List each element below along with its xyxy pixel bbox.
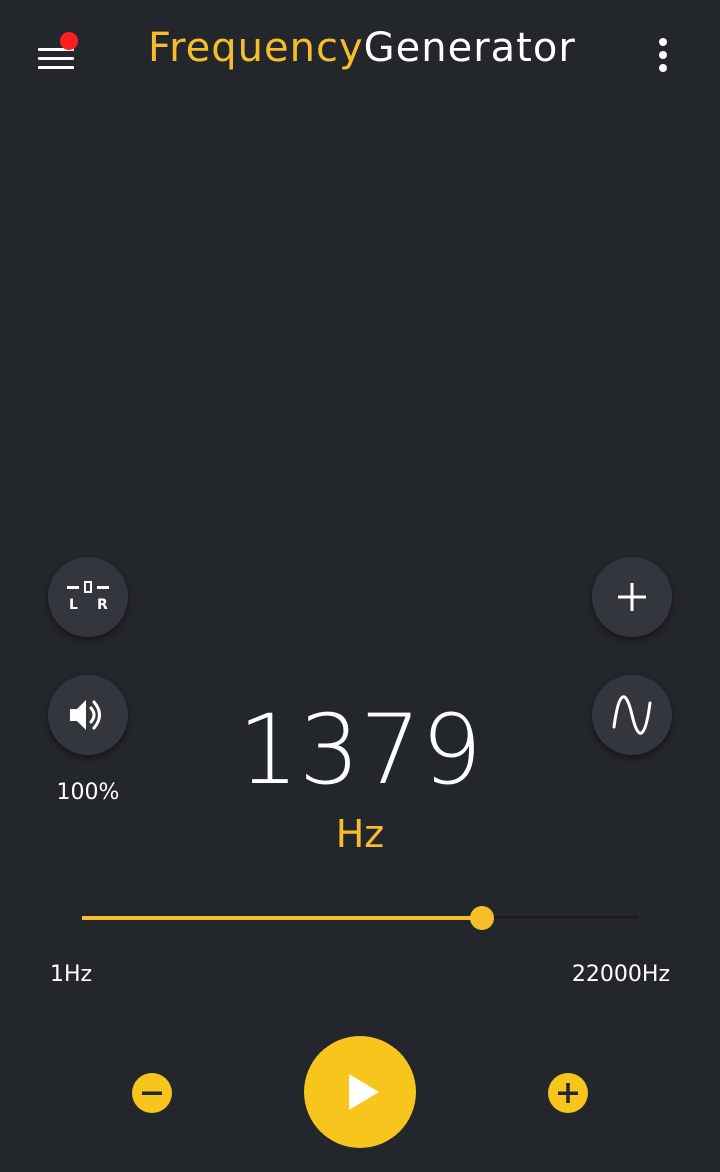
hamburger-menu-icon-bar [38, 66, 74, 69]
notification-dot [60, 32, 78, 50]
more-vert-icon [659, 38, 667, 46]
more-vert-icon-dot [659, 51, 667, 59]
waveform-button[interactable] [592, 675, 672, 755]
slider-fill [82, 916, 483, 920]
decrease-frequency-button[interactable] [132, 1073, 172, 1113]
slider-thumb[interactable] [470, 906, 495, 930]
hamburger-menu-icon-bar [38, 57, 74, 60]
range-max-label: 22000Hz [571, 962, 670, 987]
overflow-menu-button[interactable] [650, 36, 678, 76]
app-title-generator: Generator [363, 25, 576, 71]
minus-circle-icon [142, 1091, 162, 1095]
play-icon [349, 1074, 379, 1110]
volume-percent-label: 100% [56, 780, 120, 805]
sine-wave-icon [612, 695, 652, 735]
add-tone-button[interactable] [592, 557, 672, 637]
balance-button[interactable]: L R [48, 557, 128, 637]
plus-circle-icon [558, 1083, 578, 1103]
menu-button[interactable] [36, 32, 78, 72]
speaker-icon [70, 700, 101, 730]
balance-left-label: L [69, 597, 78, 613]
app-title: FrequencyGenerator [148, 22, 576, 74]
frequency-slider[interactable] [82, 904, 638, 932]
frequency-unit: Hz [335, 812, 385, 856]
range-min-label: 1Hz [50, 962, 93, 987]
balance-lr-icon [67, 581, 109, 593]
frequency-value: 1379 [237, 694, 483, 806]
plus-icon [618, 583, 646, 611]
play-button[interactable] [304, 1036, 416, 1148]
more-vert-icon-dot [659, 64, 667, 72]
app-title-frequency: Frequency [148, 25, 364, 71]
balance-right-label: R [97, 597, 108, 613]
volume-button[interactable] [48, 675, 128, 755]
increase-frequency-button[interactable] [548, 1073, 588, 1113]
